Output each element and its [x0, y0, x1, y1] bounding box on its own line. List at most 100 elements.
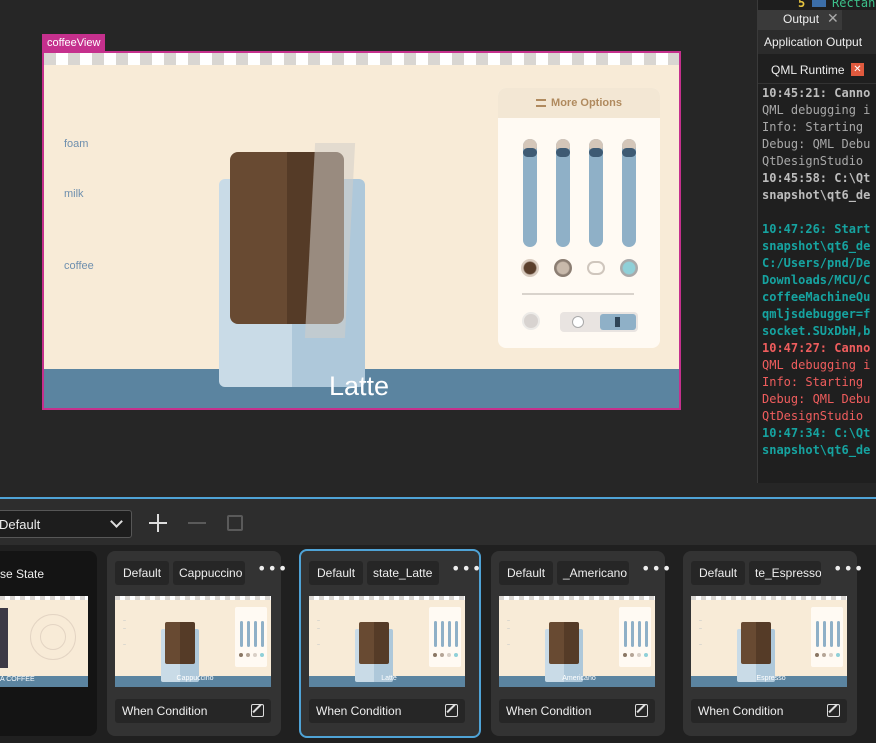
slider-knob[interactable] — [523, 148, 537, 157]
sliders-icon — [536, 99, 547, 108]
qml-runtime-label: QML Runtime — [771, 63, 845, 77]
fold-marker[interactable] — [812, 0, 826, 7]
edit-icon[interactable] — [222, 510, 248, 536]
base-state-card[interactable]: se State A COFFEE — [0, 551, 97, 736]
state-name-field[interactable]: Cappuccino — [173, 561, 245, 585]
extend-default-button[interactable]: Default — [309, 561, 364, 585]
slider-knob[interactable] — [589, 148, 603, 157]
log-line: Downloads/MCU/C — [762, 273, 871, 287]
state-card[interactable]: Default state_Latte ••• — — — Latte When… — [299, 549, 481, 738]
close-icon[interactable]: ✕ — [827, 11, 839, 27]
state-name-field[interactable]: te_Espresso — [749, 561, 821, 585]
state-thumbnail[interactable]: — — — Espresso — [691, 596, 847, 687]
state-name-field[interactable]: _Americano — [557, 561, 629, 585]
form-editor-canvas[interactable]: coffeeView foam milk coffee Latte More O… — [0, 0, 757, 483]
coffee-slider[interactable] — [523, 139, 537, 247]
when-condition-field[interactable]: When Condition — [499, 699, 655, 723]
edit-condition-icon[interactable] — [445, 704, 458, 717]
line-number: 5 — [798, 0, 806, 10]
states-panel: Default se State A COFFEE Default Cappuc… — [0, 497, 876, 743]
when-condition-label: When Condition — [316, 704, 402, 718]
log-line: QtDesignStudio — [762, 409, 864, 423]
more-options-icon[interactable]: ••• — [451, 559, 482, 578]
qml-runtime-tab[interactable]: QML Runtime ✕ — [758, 56, 876, 84]
water-slider[interactable] — [622, 139, 636, 247]
milk-label: milk — [64, 188, 84, 200]
when-condition-field[interactable]: When Condition — [309, 699, 465, 723]
state-card[interactable]: Default Cappuccino ••• — — — Cappuccino — [107, 551, 287, 736]
slider-knob[interactable] — [622, 148, 636, 157]
state-card[interactable]: Default te_Espresso ••• — — — Espresso W… — [683, 551, 863, 736]
state-name-field[interactable]: state_Latte — [367, 561, 439, 585]
more-options-icon[interactable]: ••• — [641, 559, 672, 578]
foam-label: foam — [64, 138, 89, 150]
add-icon[interactable] — [145, 510, 171, 536]
foam-cloud-icon — [587, 261, 605, 275]
log-line: QML debugging i — [762, 103, 871, 117]
state-card[interactable]: Default _Americano ••• — — — Americano W… — [491, 551, 671, 736]
more-options-icon[interactable]: ••• — [833, 559, 864, 578]
extend-default-button[interactable]: Default — [691, 561, 746, 585]
state-thumbnail[interactable]: — — — Latte — [309, 596, 465, 687]
toggle-on-indicator — [600, 314, 636, 330]
log-line: snapshot\qt6_de — [762, 443, 871, 457]
log-line: Debug: QML Debu — [762, 392, 871, 406]
size-toggle[interactable] — [560, 312, 638, 332]
log-line: 10:45:58: C:\Qt — [762, 171, 871, 185]
when-condition-field[interactable]: When Condition — [115, 699, 271, 723]
when-condition-label: When Condition — [122, 704, 208, 718]
remove-icon[interactable] — [184, 510, 210, 536]
milk-slider[interactable] — [556, 139, 570, 247]
state-thumbnail[interactable]: — — — Americano — [499, 596, 655, 687]
more-options-icon[interactable]: ••• — [257, 559, 288, 578]
log-line: snapshot\qt6_de — [762, 188, 871, 202]
when-condition-field[interactable]: When Condition — [691, 699, 847, 723]
component-tag[interactable]: coffeeView — [42, 34, 106, 52]
log-line: 10:45:21: Canno — [762, 86, 871, 100]
output-log[interactable]: 10:45:21: Canno QML debugging i Info: Star… — [762, 85, 876, 480]
states-toolbar: Default — [0, 499, 876, 545]
when-condition-label: When Condition — [506, 704, 592, 718]
output-pane: 5 Rectan Output ✕ Application Output QML… — [757, 0, 876, 483]
extend-default-button[interactable]: Default — [499, 561, 554, 585]
coffee-view[interactable]: foam milk coffee Latte More Options — [42, 51, 681, 410]
application-output-header[interactable]: Application Output — [758, 30, 876, 54]
edit-condition-icon[interactable] — [635, 704, 648, 717]
combo-value: Default — [0, 517, 41, 532]
code-text: Rectan — [832, 0, 876, 10]
cup-name: Latte — [328, 371, 390, 401]
output-tab-label: Output — [783, 12, 820, 26]
log-line: QtDesignStudio — [762, 154, 864, 168]
log-line: snapshot\qt6_de — [762, 239, 871, 253]
log-line: 10:47:34: C:\Qt — [762, 426, 871, 440]
water-drop-icon — [620, 259, 638, 277]
thumb-cup-name: Cappuccino — [176, 675, 214, 682]
milk-drop-icon — [554, 259, 572, 277]
slider-knob[interactable] — [556, 148, 570, 157]
thumb-cup-name: Espresso — [756, 675, 786, 682]
more-options-header[interactable]: More Options — [498, 88, 660, 118]
cup-size-icon[interactable] — [522, 312, 540, 330]
toggle-off-circle — [572, 316, 584, 328]
edit-condition-icon[interactable] — [827, 704, 840, 717]
output-tab[interactable]: Output ✕ — [758, 10, 876, 30]
log-line: 10:47:26: Start — [762, 222, 871, 236]
log-line: socket.SUxDbH,b — [762, 324, 871, 338]
log-line: Debug: QML Debu — [762, 137, 871, 151]
log-line: C:/Users/pnd/De — [762, 256, 871, 270]
more-options-label: More Options — [551, 97, 622, 109]
log-line: qmljsdebugger=f — [762, 307, 871, 321]
close-icon[interactable]: ✕ — [851, 63, 864, 76]
code-peek: 5 Rectan — [758, 0, 876, 10]
edit-condition-icon[interactable] — [251, 704, 264, 717]
foam-slider[interactable] — [589, 139, 603, 247]
coffee-label: coffee — [64, 260, 94, 272]
state-thumbnail[interactable]: — — — Cappuccino — [115, 596, 271, 687]
extend-default-button[interactable]: Default — [115, 561, 170, 585]
log-line: coffeeMachineQu — [762, 290, 871, 304]
base-thumb-text: A COFFEE — [0, 676, 35, 683]
log-line: Info: Starting — [762, 375, 864, 389]
state-group-combo[interactable]: Default — [0, 510, 132, 538]
divider — [522, 293, 634, 295]
